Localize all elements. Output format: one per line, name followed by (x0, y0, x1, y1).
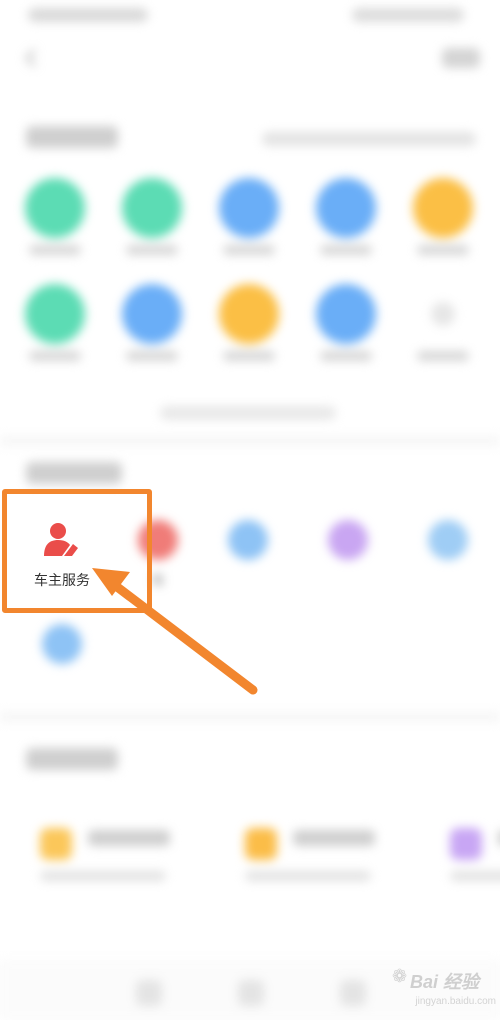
tool-item[interactable] (15, 178, 95, 278)
tools-section-links[interactable] (262, 132, 476, 146)
tools-footer-text[interactable] (160, 406, 336, 420)
service-item[interactable] (400, 506, 496, 596)
card-icon (450, 828, 482, 860)
status-right-text (352, 8, 464, 22)
tool-icon (25, 284, 85, 344)
feature-card[interactable] (40, 818, 220, 898)
tool-item[interactable] (306, 178, 386, 278)
card-title (293, 830, 375, 850)
card-icon (245, 828, 277, 860)
tools-section-title (26, 126, 118, 154)
baidu-jingyan-watermark: ❁ Bai 经验 jingyan.baidu.com (380, 966, 496, 1014)
tool-icon (316, 284, 376, 344)
tool-label (112, 350, 192, 364)
people-icon (42, 624, 82, 664)
tool-label (403, 244, 483, 258)
service-item[interactable] (200, 506, 296, 596)
feature-card[interactable] (450, 818, 500, 898)
tool-icon (219, 178, 279, 238)
header-right-button[interactable] (442, 48, 480, 68)
section-separator (0, 436, 500, 446)
tool-item[interactable] (209, 284, 289, 384)
card-title (88, 830, 170, 850)
tool-icon (122, 178, 182, 238)
tool-label (15, 350, 95, 364)
status-bar (0, 0, 500, 34)
tab-icon-3[interactable] (340, 980, 366, 1006)
cloud-icon (328, 520, 368, 560)
service-icon (428, 520, 468, 560)
tool-item[interactable] (112, 284, 192, 384)
services-section-title (26, 462, 122, 490)
watermark-sub: jingyan.baidu.com (415, 996, 496, 1007)
tool-item[interactable] (403, 178, 483, 278)
tool-label (112, 244, 192, 258)
card-subtitle (245, 870, 371, 884)
more-icon (431, 302, 455, 326)
tool-item[interactable] (112, 178, 192, 278)
section-separator (0, 712, 500, 722)
paw-icon: ❁ (392, 966, 408, 986)
service-item[interactable] (300, 506, 396, 596)
tool-label (306, 244, 386, 258)
feature-card[interactable] (245, 818, 425, 898)
service-icon (228, 520, 268, 560)
cards-section-title (26, 748, 118, 776)
tool-icon (316, 178, 376, 238)
back-arrow-icon[interactable] (20, 46, 44, 70)
service-item[interactable] (14, 610, 110, 700)
tool-item[interactable] (306, 284, 386, 384)
tool-label (209, 350, 289, 364)
tool-label (15, 244, 95, 258)
tool-label (306, 350, 386, 364)
tool-item[interactable] (403, 284, 483, 384)
tool-icon (122, 284, 182, 344)
card-icon (40, 828, 72, 860)
tool-label (403, 350, 483, 364)
tool-item[interactable] (209, 178, 289, 278)
tool-item[interactable] (15, 284, 95, 384)
highlight-box (2, 489, 152, 613)
card-subtitle (450, 870, 500, 884)
tool-label (209, 244, 289, 258)
tool-icon (413, 178, 473, 238)
status-left-text (28, 8, 148, 22)
watermark-main: Bai 经验 (410, 972, 480, 992)
tab-icon-1[interactable] (136, 980, 162, 1006)
tool-icon (219, 284, 279, 344)
tab-icon-2[interactable] (238, 980, 264, 1006)
tool-icon (25, 178, 85, 238)
card-subtitle (40, 870, 166, 884)
